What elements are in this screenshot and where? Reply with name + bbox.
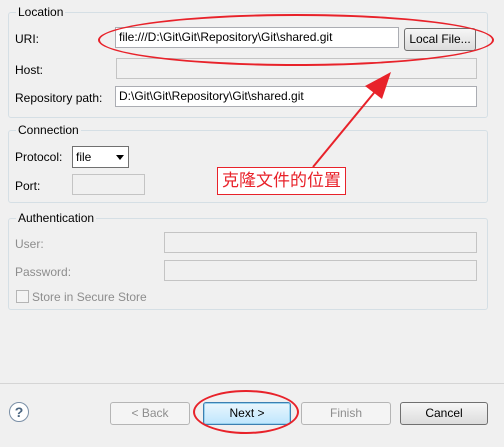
repository-path-label: Repository path: [15, 91, 103, 105]
protocol-select-value: file [76, 150, 92, 164]
store-secure-label: Store in Secure Store [32, 290, 147, 304]
host-label: Host: [15, 63, 44, 77]
location-group-title: Location [16, 5, 66, 19]
port-input[interactable] [72, 174, 145, 195]
cancel-button[interactable]: Cancel [400, 402, 488, 425]
port-label: Port: [15, 179, 41, 193]
annotation-label: 克隆文件的位置 [217, 167, 346, 195]
user-label: User: [15, 237, 44, 251]
password-input[interactable] [164, 260, 477, 281]
back-button[interactable]: < Back [110, 402, 190, 425]
protocol-label: Protocol: [15, 150, 63, 164]
user-input[interactable] [164, 232, 477, 253]
uri-highlight-ellipse [98, 14, 494, 66]
password-label: Password: [15, 265, 72, 279]
finish-button[interactable]: Finish [301, 402, 391, 425]
protocol-select[interactable]: file [72, 146, 129, 168]
footer-separator [0, 383, 504, 384]
chevron-down-icon [116, 155, 124, 160]
connection-group-title: Connection [16, 123, 81, 137]
repository-path-input[interactable]: D:\Git\Git\Repository\Git\shared.git [115, 86, 477, 107]
next-highlight-ellipse [193, 390, 299, 434]
uri-label: URI: [15, 32, 39, 46]
help-icon[interactable]: ? [9, 402, 29, 422]
authentication-group-title: Authentication [16, 211, 97, 225]
store-secure-checkbox[interactable] [16, 290, 29, 303]
